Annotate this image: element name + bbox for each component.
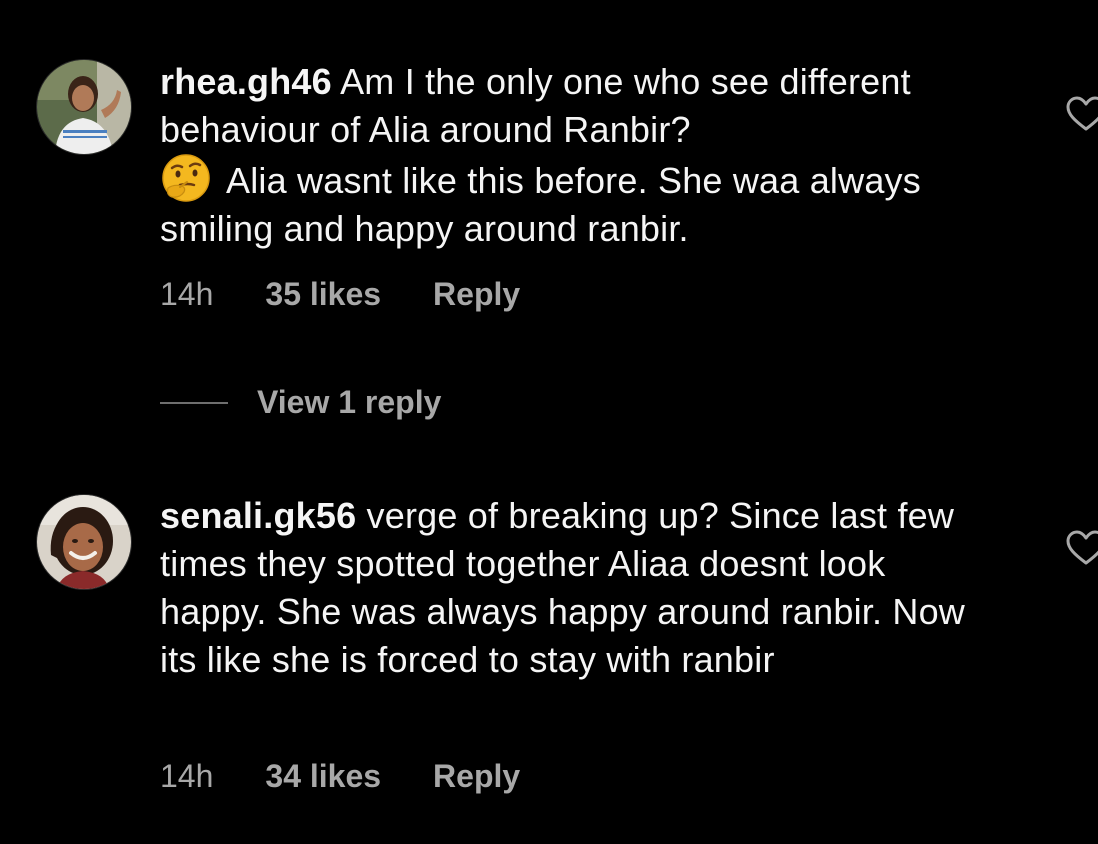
- heart-icon[interactable]: [1066, 96, 1098, 132]
- reply-button[interactable]: Reply: [433, 758, 520, 795]
- thread-line: [160, 401, 228, 404]
- avatar-image-1: [37, 60, 131, 154]
- comment-text-continued: Alia wasnt like this before. She waa alw…: [160, 160, 921, 249]
- comment-meta: 14h 34 likes Reply: [160, 758, 520, 795]
- comment-username[interactable]: senali.gk56: [160, 495, 356, 536]
- comment-time: 14h: [160, 276, 214, 312]
- comment-time: 14h: [160, 758, 214, 794]
- comment-body: rhea.gh46 Am I the only one who see diff…: [160, 58, 1000, 253]
- heart-icon[interactable]: [1066, 530, 1098, 566]
- thinking-face-emoji-icon: [160, 154, 212, 202]
- likes-count[interactable]: 35 likes: [265, 276, 381, 313]
- comment-meta: 14h 35 likes Reply: [160, 276, 520, 313]
- avatar-image-2: [37, 495, 131, 589]
- avatar[interactable]: [37, 60, 131, 154]
- likes-count[interactable]: 34 likes: [265, 758, 381, 795]
- reply-button[interactable]: Reply: [433, 276, 520, 313]
- comment-body: senali.gk56 verge of breaking up? Since …: [160, 492, 1000, 684]
- view-replies-label: View 1 reply: [257, 384, 442, 420]
- view-replies-button[interactable]: View 1 reply: [160, 384, 441, 421]
- comment-username[interactable]: rhea.gh46: [160, 61, 332, 102]
- avatar[interactable]: [37, 495, 131, 589]
